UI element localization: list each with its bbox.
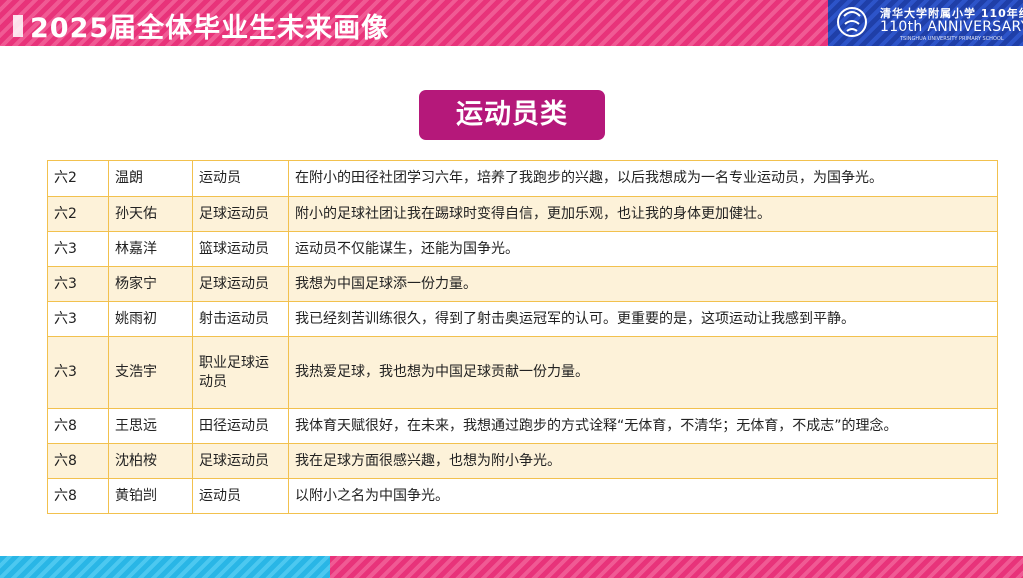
table-row: 六2 温朗 运动员 在附小的田径社团学习六年，培养了我跑步的兴趣，以后我想成为一…	[47, 160, 998, 197]
table-row: 六3 杨家宁 足球运动员 我想为中国足球添一份力量。	[47, 266, 998, 302]
class-cell: 六2	[47, 196, 109, 232]
name-cell: 林嘉洋	[108, 231, 193, 267]
footer-stripe-pink	[330, 556, 1023, 578]
role-cell: 篮球运动员	[192, 231, 289, 267]
school-emblem-icon	[837, 7, 867, 37]
role-cell: 运动员	[192, 478, 289, 514]
school-logo: 清华大学附属小学 110年纪念 110th ANNIVERSARY TSINGH…	[828, 0, 1023, 46]
statement-cell: 我热爱足球，我也想为中国足球贡献一份力量。	[288, 336, 998, 409]
role-cell: 射击运动员	[192, 301, 289, 337]
role-cell: 田径运动员	[192, 408, 289, 444]
class-cell: 六8	[47, 443, 109, 479]
class-cell: 六3	[47, 266, 109, 302]
statement-cell: 我想为中国足球添一份力量。	[288, 266, 998, 302]
table-row: 六3 支浩宇 职业足球运动员 我热爱足球，我也想为中国足球贡献一份力量。	[47, 336, 998, 409]
name-cell: 沈柏桉	[108, 443, 193, 479]
statement-cell: 我已经刻苦训练很久，得到了射击奥运冠军的认可。更重要的是，这项运动让我感到平静。	[288, 301, 998, 337]
name-cell: 支浩宇	[108, 336, 193, 409]
category-label: 运动员类	[419, 90, 605, 140]
table-row: 六8 沈柏桉 足球运动员 我在足球方面很感兴趣，也想为附小争光。	[47, 443, 998, 479]
class-cell: 六3	[47, 231, 109, 267]
table-row: 六8 王思远 田径运动员 我体育天赋很好，在未来，我想通过跑步的方式诠释“无体育…	[47, 408, 998, 444]
name-cell: 孙天佑	[108, 196, 193, 232]
logo-anniversary: 110th ANNIVERSARY	[880, 19, 1023, 35]
class-cell: 六3	[47, 301, 109, 337]
footer-stripe-blue	[0, 556, 330, 578]
name-cell: 王思远	[108, 408, 193, 444]
role-cell: 足球运动员	[192, 266, 289, 302]
name-cell: 杨家宁	[108, 266, 193, 302]
statement-cell: 我在足球方面很感兴趣，也想为附小争光。	[288, 443, 998, 479]
statement-cell: 以附小之名为中国争光。	[288, 478, 998, 514]
class-cell: 六8	[47, 478, 109, 514]
statement-cell: 我体育天赋很好，在未来，我想通过跑步的方式诠释“无体育，不清华；无体育，不成志”…	[288, 408, 998, 444]
table-row: 六3 林嘉洋 篮球运动员 运动员不仅能谋生，还能为国争光。	[47, 231, 998, 267]
class-cell: 六3	[47, 336, 109, 409]
role-cell: 足球运动员	[192, 443, 289, 479]
statement-cell: 在附小的田径社团学习六年，培养了我跑步的兴趣，以后我想成为一名专业运动员，为国争…	[288, 160, 998, 197]
role-cell: 足球运动员	[192, 196, 289, 232]
logo-subtitle: TSINGHUA UNIVERSITY PRIMARY SCHOOL	[900, 36, 1004, 42]
name-cell: 黄铂剀	[108, 478, 193, 514]
role-cell: 职业足球运动员	[192, 336, 289, 409]
class-cell: 六2	[47, 160, 109, 197]
name-cell: 姚雨初	[108, 301, 193, 337]
title-banner: 2025届全体毕业生未来画像	[0, 0, 828, 46]
student-table: 六2 温朗 运动员 在附小的田径社团学习六年，培养了我跑步的兴趣，以后我想成为一…	[47, 160, 998, 514]
banner-accent	[13, 15, 23, 37]
name-cell: 温朗	[108, 160, 193, 197]
statement-cell: 运动员不仅能谋生，还能为国争光。	[288, 231, 998, 267]
table-row: 六8 黄铂剀 运动员 以附小之名为中国争光。	[47, 478, 998, 514]
statement-cell: 附小的足球社团让我在踢球时变得自信，更加乐观，也让我的身体更加健壮。	[288, 196, 998, 232]
role-cell: 运动员	[192, 160, 289, 197]
page-title: 2025届全体毕业生未来画像	[30, 13, 390, 44]
class-cell: 六8	[47, 408, 109, 444]
table-row: 六2 孙天佑 足球运动员 附小的足球社团让我在踢球时变得自信，更加乐观，也让我的…	[47, 196, 998, 232]
table-row: 六3 姚雨初 射击运动员 我已经刻苦训练很久，得到了射击奥运冠军的认可。更重要的…	[47, 301, 998, 337]
